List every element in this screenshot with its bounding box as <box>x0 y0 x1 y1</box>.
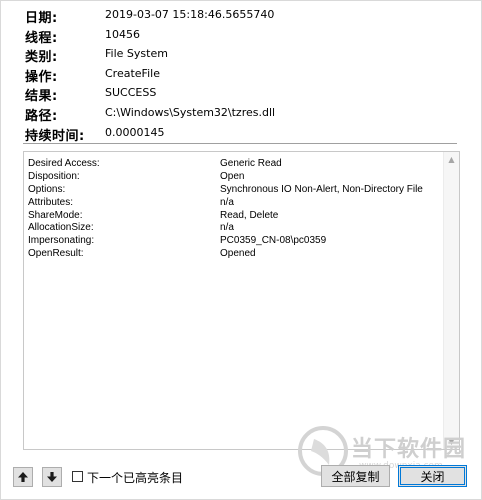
detail-key: Options: <box>28 183 66 195</box>
copy-all-button[interactable]: 全部复制 <box>321 465 390 487</box>
detail-value: n/a <box>220 196 234 208</box>
previous-event-button[interactable] <box>13 467 33 487</box>
summary-row-result: 结果: SUCCESS <box>25 83 465 105</box>
summary-row-duration: 持续时间: 0.0000145 <box>25 123 465 144</box>
operation-label: 操作: <box>25 69 58 85</box>
scroll-down-arrow-icon[interactable]: ▼ <box>444 434 459 449</box>
detail-value: Generic Read <box>220 158 282 169</box>
next-highlighted-checkbox[interactable] <box>72 471 83 482</box>
detail-scrollbar[interactable]: ▲ ▼ <box>443 152 459 449</box>
duration-value: 0.0000145 <box>105 125 165 139</box>
summary-row-operation: 操作: CreateFile <box>25 64 465 85</box>
path-label: 路径: <box>25 108 58 124</box>
detail-key: Desired Access: <box>28 158 100 169</box>
event-summary: 日期: 2019-03-07 15:18:46.5655740 线程: 1045… <box>25 5 465 144</box>
detail-row: ShareMode: Read, Delete <box>28 210 438 223</box>
detail-row: Impersonating: PC0359_CN-08\pc0359 <box>28 235 438 248</box>
duration-label: 持续时间: <box>25 128 85 144</box>
detail-key: OpenResult: <box>28 248 84 260</box>
detail-row: Disposition: Open <box>28 171 438 184</box>
next-event-button[interactable] <box>42 467 62 487</box>
detail-row: Attributes: n/a <box>28 197 438 210</box>
detail-value: Synchronous IO Non-Alert, Non-Directory … <box>220 183 423 195</box>
summary-row-path: 路径: C:\Windows\System32\tzres.dll <box>25 103 465 124</box>
detail-key: AllocationSize: <box>28 222 94 234</box>
path-value: C:\Windows\System32\tzres.dll <box>105 105 276 119</box>
detail-key: Disposition: <box>28 170 80 182</box>
detail-row: AllocationSize: n/a <box>28 222 438 235</box>
next-highlighted-label[interactable]: 下一个已高亮条目 <box>87 469 183 486</box>
detail-table: Desired Access: Generic Read Disposition… <box>28 158 438 261</box>
detail-key: ShareMode: <box>28 209 83 221</box>
summary-row-category: 类别: File System <box>25 44 465 66</box>
detail-value: Open <box>220 170 245 182</box>
event-detail-box: Desired Access: Generic Read Disposition… <box>23 151 460 450</box>
detail-value: PC0359_CN-08\pc0359 <box>220 235 327 247</box>
arrow-up-icon <box>18 472 28 482</box>
detail-row: OpenResult: Opened <box>28 248 438 261</box>
result-label: 结果: <box>25 89 58 105</box>
detail-value: Read, Delete <box>220 209 279 221</box>
arrow-down-icon <box>47 472 57 482</box>
detail-key: Attributes: <box>28 196 74 208</box>
summary-row-date: 日期: 2019-03-07 15:18:46.5655740 <box>25 5 465 26</box>
detail-key: Impersonating: <box>28 235 95 247</box>
close-button[interactable]: 关闭 <box>398 465 467 487</box>
category-label: 类别: <box>25 50 58 66</box>
detail-value: Opened <box>220 248 256 260</box>
summary-row-thread: 线程: 10456 <box>25 25 465 46</box>
date-value: 2019-03-07 15:18:46.5655740 <box>105 8 275 21</box>
category-value: File System <box>105 47 168 61</box>
thread-value: 10456 <box>105 27 140 41</box>
detail-value: n/a <box>220 222 234 234</box>
thread-label: 线程: <box>25 30 58 46</box>
operation-value: CreateFile <box>105 66 160 80</box>
section-divider <box>23 143 457 144</box>
result-value: SUCCESS <box>105 86 157 100</box>
scroll-up-arrow-icon[interactable]: ▲ <box>444 152 459 167</box>
detail-row: Options: Synchronous IO Non-Alert, Non-D… <box>28 184 438 197</box>
event-properties-dialog: 日期: 2019-03-07 15:18:46.5655740 线程: 1045… <box>0 0 482 500</box>
date-label: 日期: <box>25 11 58 26</box>
detail-row: Desired Access: Generic Read <box>28 158 438 171</box>
